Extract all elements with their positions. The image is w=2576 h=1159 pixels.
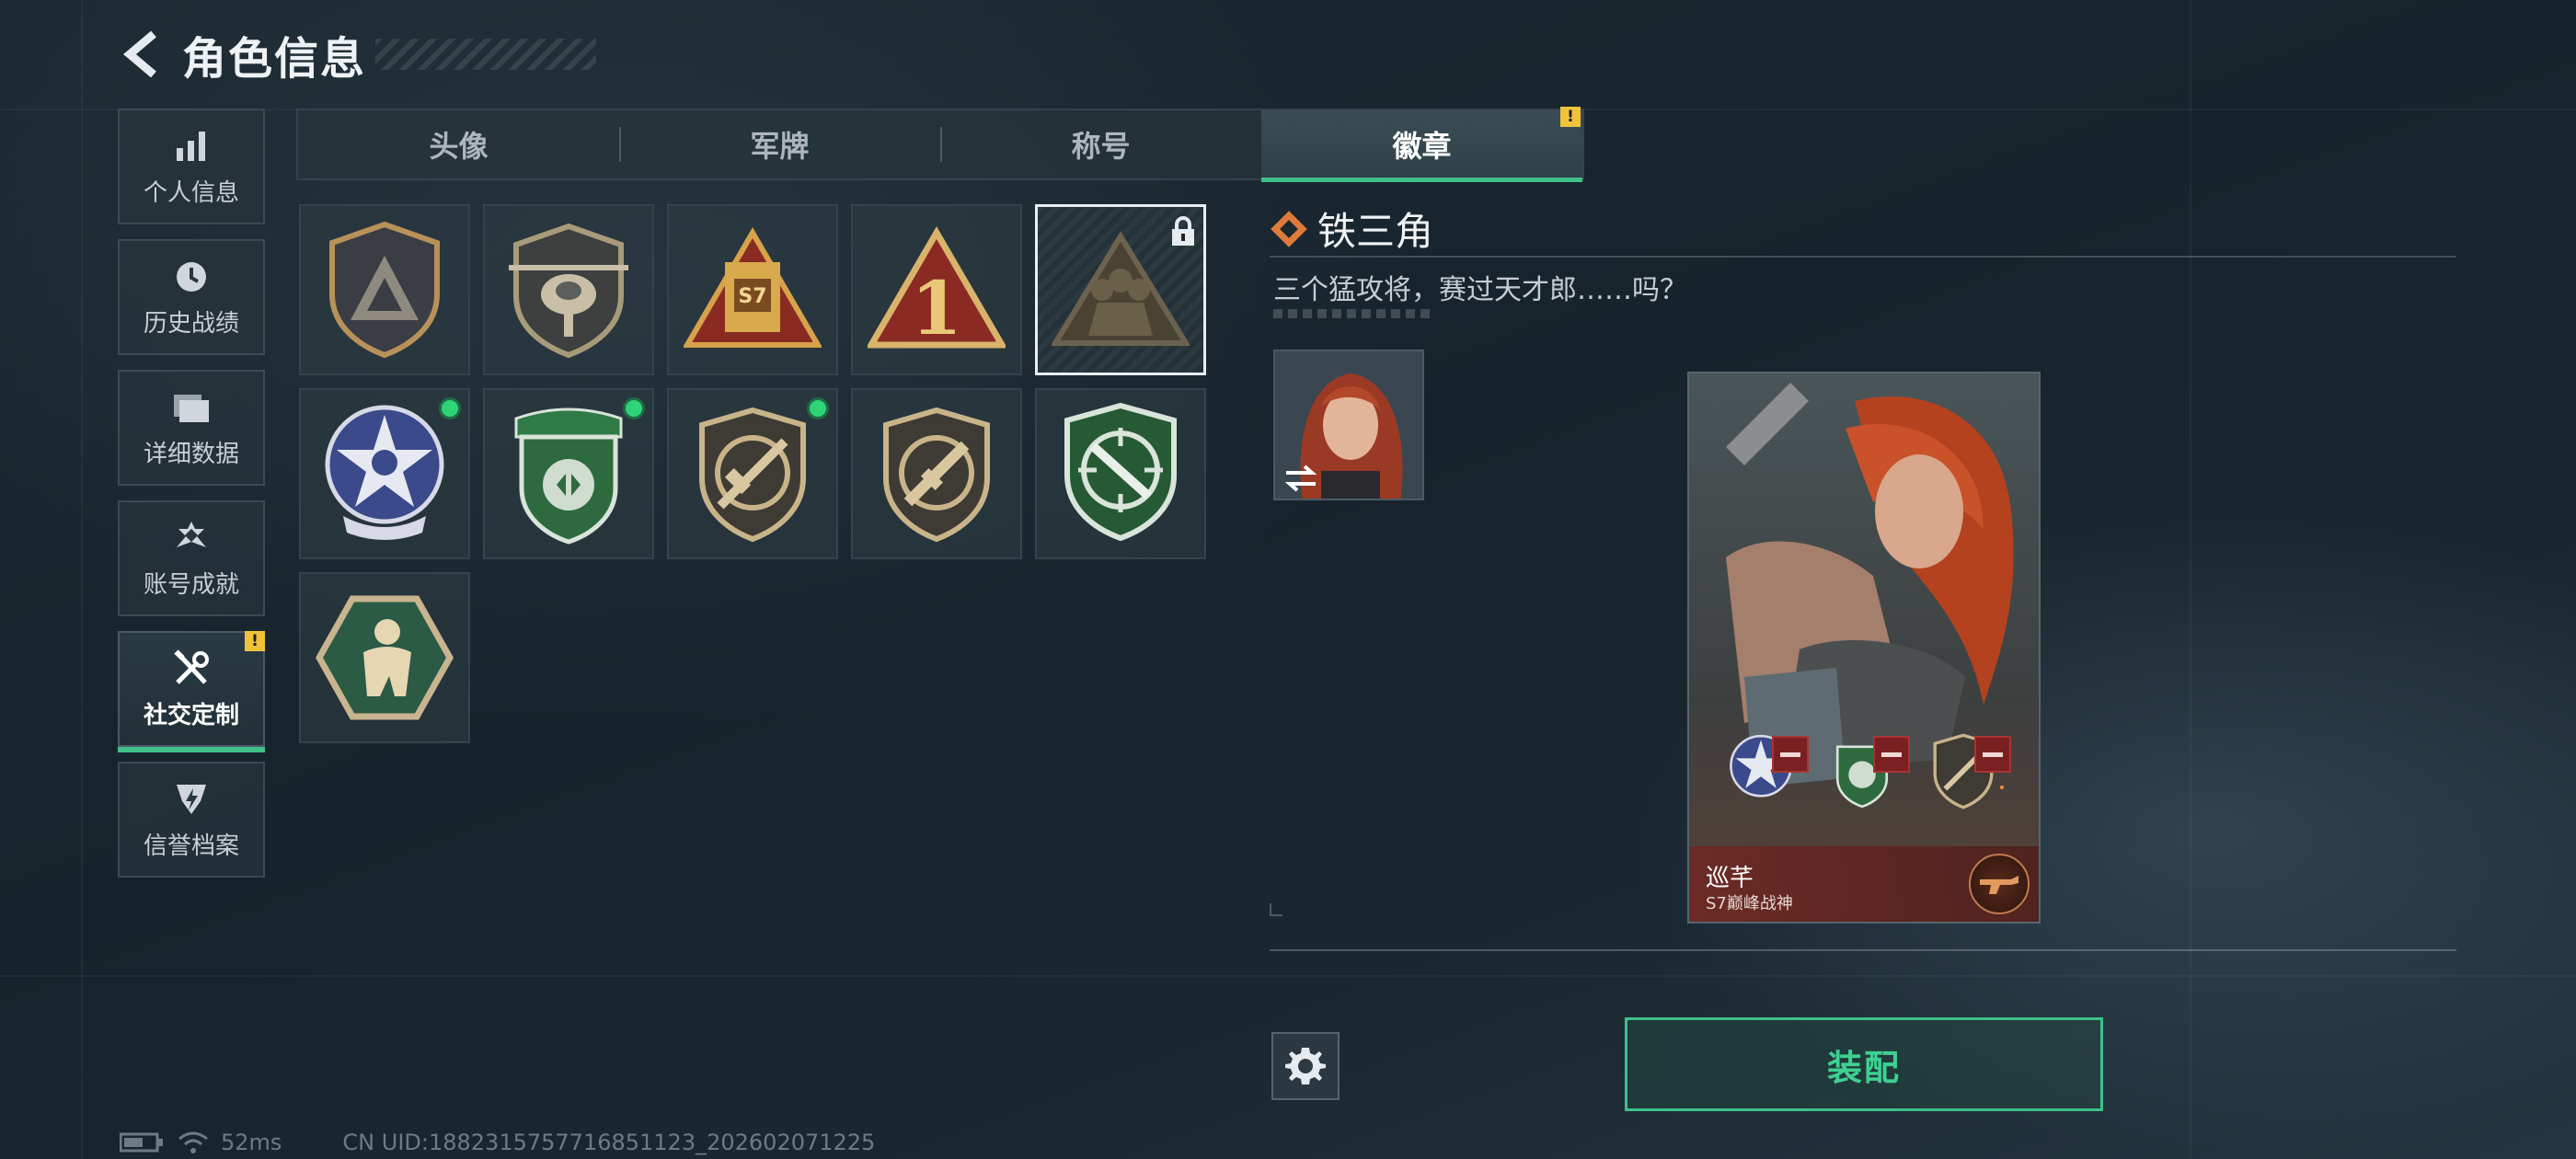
tab-label: 徽章 [1392,129,1452,164]
green-emblem-badge-icon [514,407,623,545]
badge-cell[interactable] [299,572,470,743]
character-portrait [1689,373,2039,922]
equipped-indicator [623,397,645,419]
s7-text: S7 [738,285,766,308]
helicopter-badge-icon [509,223,628,359]
uid-text: CN UID:1882315757716851123_202602071225 [342,1130,876,1155]
s7-badge-icon: S7 [684,227,822,348]
badge-cell-equipped[interactable] [667,388,838,559]
shield-icon [171,779,212,820]
title-decoration [375,39,597,70]
soldier-hexagon-badge-icon [316,595,454,720]
triangle-shield-badge-icon [329,221,440,359]
remove-badge-button[interactable] [1772,736,1809,773]
achievement-icon [171,518,212,558]
badge-description: 三个猛攻将，赛过天才郎……吗？ [1273,274,1687,306]
divider [1270,256,2456,258]
weapon-emblem-icon [1969,854,2030,914]
side-nav: 个人信息 历史战绩 详细数据 账号成就 ! 社交定制 信誉档案 [118,109,265,892]
nav-label: 信誉档案 [143,832,239,860]
nav-item-social-custom[interactable]: ! 社交定制 [118,631,265,752]
tab-bar: 头像 军牌 称号 徽章 ! [296,107,1584,182]
remove-badge-button[interactable] [1974,736,2011,773]
badge-detail-header: 铁三角 [1270,201,1433,257]
badge-name: 铁三角 [1317,209,1434,254]
smg-crossed-badge-icon [883,407,990,543]
ping-text: 52ms [221,1130,282,1155]
clock-icon [171,257,212,297]
badge-cell-selected[interactable] [1035,204,1206,375]
warning-badge: ! [1560,107,1581,127]
tab-avatar[interactable]: 头像 [298,110,619,178]
star-skull-badge-icon [325,405,444,540]
wifi-icon [178,1131,208,1153]
nav-item-history[interactable]: 历史战绩 [118,239,265,355]
badge-cell-equipped[interactable] [299,388,470,559]
knife-crosshair-badge-icon [1064,402,1177,542]
equip-button[interactable]: 装配 [1625,1017,2103,1111]
badge-cell[interactable]: 1 [851,204,1022,375]
iron-triangle-badge-icon [1052,231,1190,346]
nav-item-reputation[interactable]: 信誉档案 [118,762,265,878]
back-arrow-icon[interactable] [120,27,166,82]
nav-item-detailed-data[interactable]: 详细数据 [118,370,265,486]
nav-label: 历史战绩 [143,309,239,338]
nav-label: 详细数据 [143,440,239,468]
battery-icon [120,1132,163,1153]
nav-label: 社交定制 [143,701,239,729]
bar-chart-icon [171,126,212,166]
badge-cell[interactable]: S7 [667,204,838,375]
equipped-slot [1925,732,2011,809]
gear-icon [1285,1048,1326,1084]
nav-label: 账号成就 [143,570,239,599]
equipped-slot [1722,732,1809,809]
tab-dogtag[interactable]: 军牌 [619,110,940,178]
character-card: 巡芊 S7巅峰战神 [1687,372,2041,924]
badge-cell[interactable] [483,204,654,375]
folder-icon [171,387,212,428]
badge-cell[interactable] [851,388,1022,559]
description-decoration [1273,309,1432,318]
status-bar: 52ms CN UID:1882315757716851123_20260207… [120,1130,875,1155]
corner-decoration [1270,903,1282,916]
swap-icon[interactable] [1282,464,1319,493]
badge-grid: S7 1 [299,204,1219,743]
card-footer: 巡芊 S7巅峰战神 [1689,846,2039,922]
equipped-indicator [807,397,829,419]
nav-item-achievements[interactable]: 账号成就 [118,500,265,616]
lock-icon [1172,216,1194,246]
background-gridline [0,975,2576,977]
nav-item-personal-info[interactable]: 个人信息 [118,109,265,224]
number-text: 1 [911,265,962,351]
equipped-indicator [439,397,461,419]
player-title: S7巅峰战神 [1706,894,1793,913]
background-gridline [2190,0,2191,1159]
number-one-badge-icon: 1 [868,226,1006,351]
background-gridline [81,0,83,1159]
nav-label: 个人信息 [143,178,239,207]
tools-icon [171,648,212,689]
tab-title[interactable]: 称号 [940,110,1261,178]
player-name: 巡芊 [1706,865,1754,892]
page-title: 角色信息 [182,33,367,85]
diamond-icon [1271,210,1307,247]
character-avatar[interactable] [1273,350,1424,500]
page-header: 角色信息 [120,22,597,86]
badge-cell-equipped[interactable] [483,388,654,559]
warning-badge: ! [245,631,265,651]
tab-badges[interactable]: 徽章 ! [1261,107,1582,182]
rifle-crossed-badge-icon [699,407,806,543]
equipped-slot [1823,732,1910,809]
divider [1270,949,2456,951]
badge-cell[interactable] [299,204,470,375]
settings-button[interactable] [1271,1032,1340,1100]
remove-badge-button[interactable] [1873,736,1910,773]
badge-cell[interactable] [1035,388,1206,559]
